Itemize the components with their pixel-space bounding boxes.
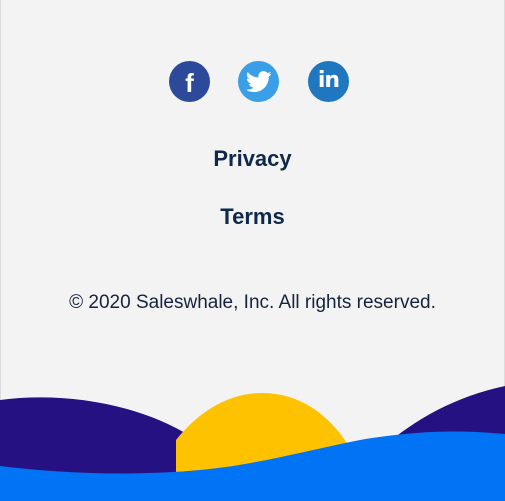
twitter-bird-icon xyxy=(245,70,272,92)
privacy-link[interactable]: Privacy xyxy=(0,146,505,172)
copyright-text: © 2020 Saleswhale, Inc. All rights reser… xyxy=(69,292,436,313)
linkedin-icon: in xyxy=(317,67,340,93)
facebook-link[interactable]: f xyxy=(169,61,210,102)
terms-link[interactable]: Terms xyxy=(0,204,505,230)
social-links: f in xyxy=(0,61,505,102)
facebook-icon: f xyxy=(185,67,194,98)
linkedin-link[interactable]: in xyxy=(308,61,349,102)
site-footer: f in Privacy Terms © 2020 Saleswhale, In… xyxy=(0,0,505,501)
sunset-waves-illustration xyxy=(0,386,505,501)
twitter-link[interactable] xyxy=(238,61,279,102)
